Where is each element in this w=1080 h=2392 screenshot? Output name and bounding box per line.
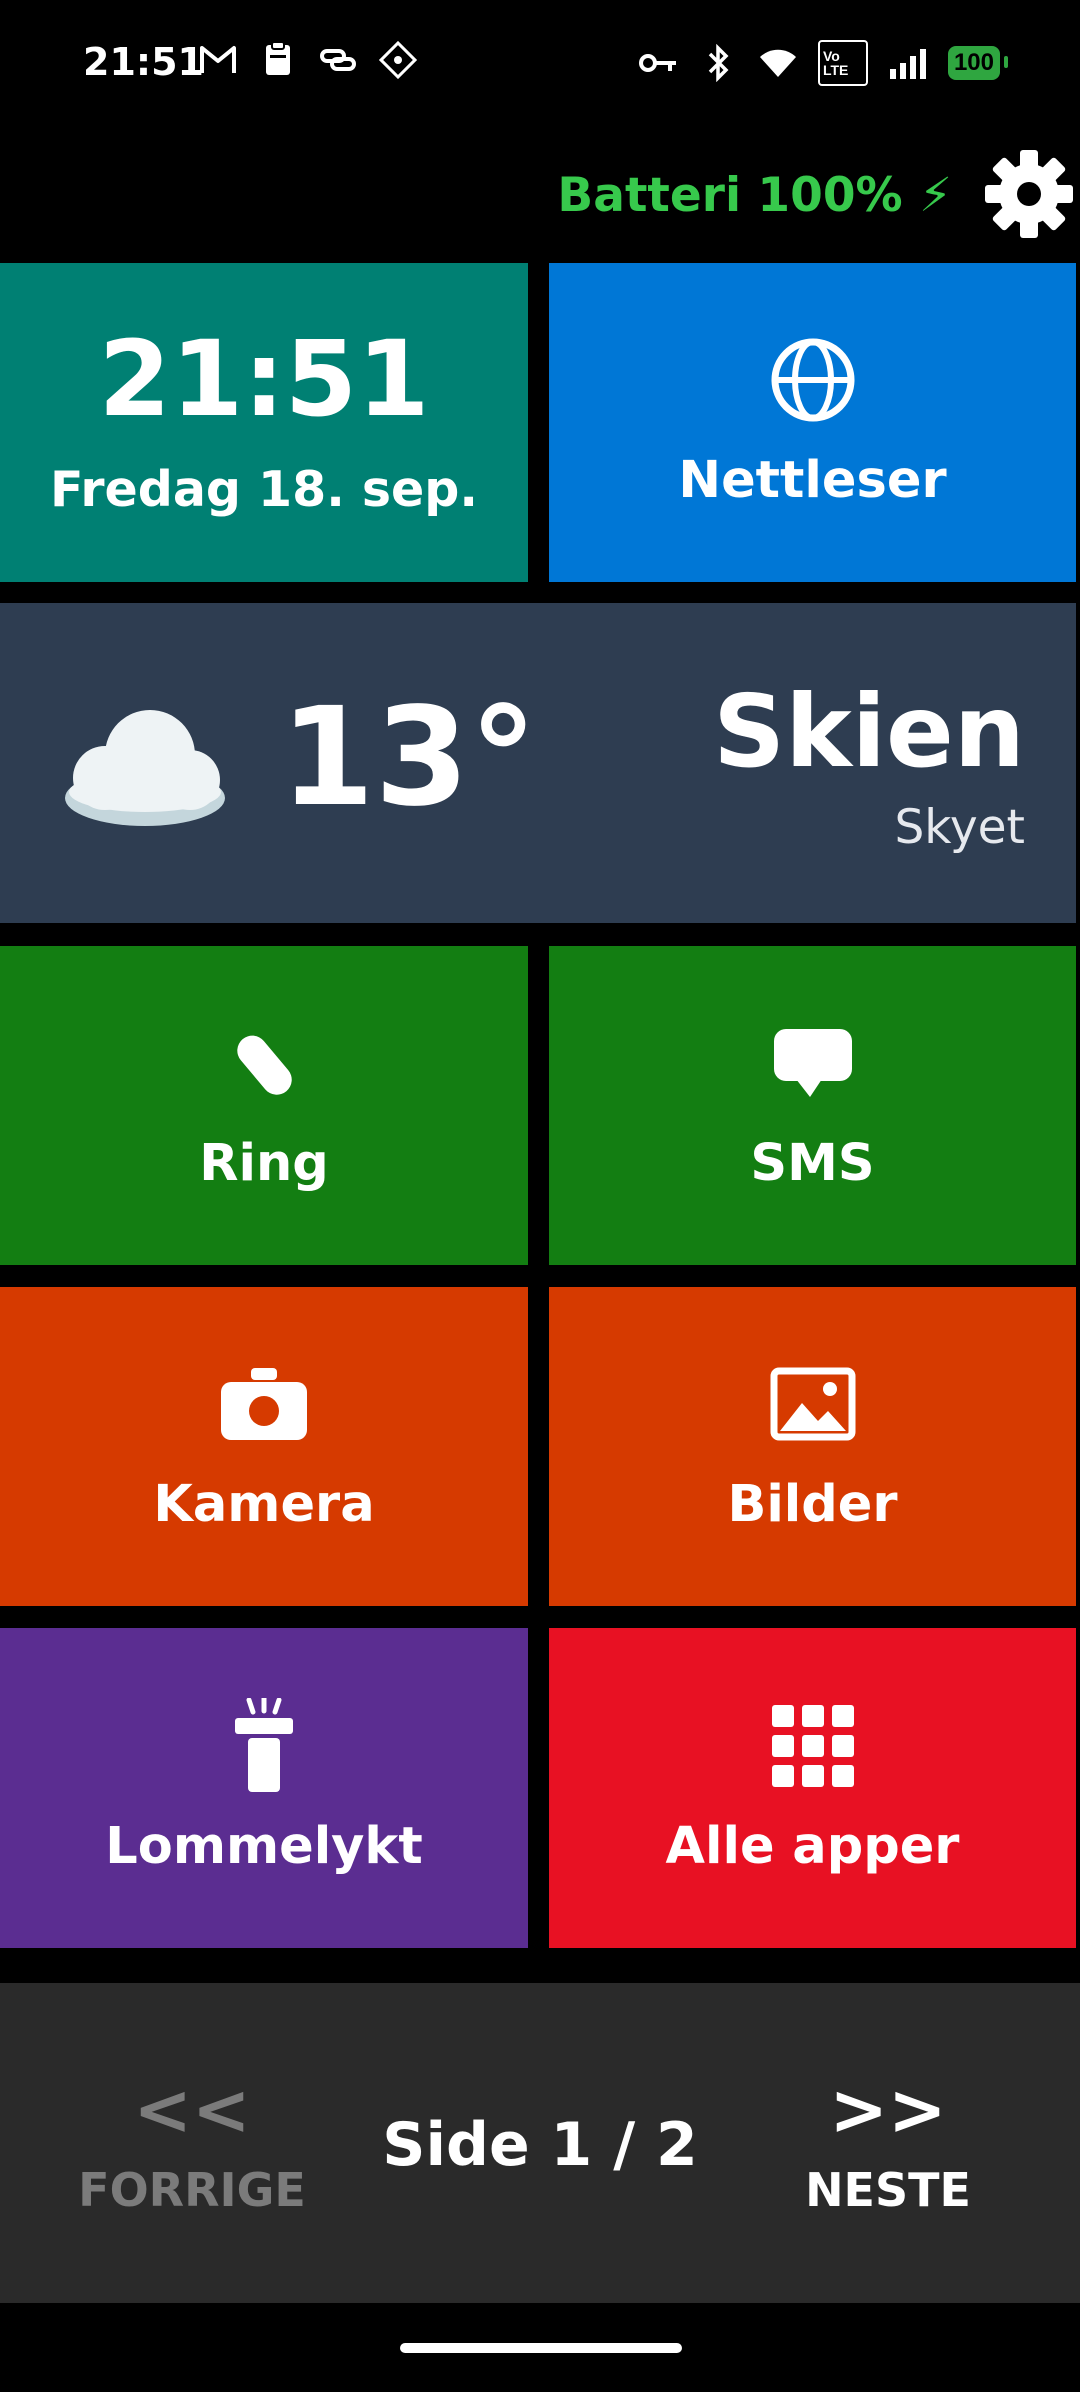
home-gesture-bar[interactable] — [400, 2343, 682, 2353]
vpn-key-icon — [638, 43, 678, 83]
camera-label: Kamera — [153, 1475, 375, 1534]
gear-icon — [985, 150, 1073, 238]
system-icons: Vo LTE 100 — [638, 40, 1009, 86]
previous-arrow: << — [133, 2069, 251, 2151]
link-icon — [318, 40, 358, 80]
globe-icon — [768, 335, 858, 425]
clipboard-icon — [258, 40, 298, 80]
page-indicator: Side 1 / 2 — [382, 2110, 698, 2180]
status-bar: 21:51 Vo LTE 100 — [0, 0, 1080, 125]
wifi-icon — [758, 43, 798, 83]
cloud-icon — [60, 700, 230, 835]
bluetooth-icon — [698, 43, 738, 83]
battery-icon: 100 — [947, 46, 1009, 80]
sms-label: SMS — [750, 1134, 875, 1193]
previous-page-button[interactable]: << FORRIGE — [62, 2075, 322, 2217]
notification-icons — [198, 40, 418, 80]
image-icon — [768, 1359, 858, 1449]
clock-tile[interactable]: 21:51 Fredag 18. sep. — [0, 263, 528, 582]
grid-app-icon — [378, 40, 418, 80]
flashlight-tile[interactable]: Lommelykt — [0, 1628, 528, 1948]
photos-label: Bilder — [727, 1475, 898, 1534]
phone-icon — [219, 1018, 309, 1108]
weather-city: Skien — [713, 673, 1025, 790]
sms-tile[interactable]: SMS — [549, 946, 1076, 1265]
next-arrow: >> — [829, 2069, 947, 2151]
chat-bubble-icon — [768, 1018, 858, 1108]
signal-icon — [888, 43, 928, 83]
battery-status-text: Batteri 100% ⚡ — [557, 168, 952, 223]
camera-tile[interactable]: Kamera — [0, 1287, 528, 1606]
photos-tile[interactable]: Bilder — [549, 1287, 1076, 1606]
flashlight-label: Lommelykt — [105, 1816, 423, 1876]
volte-icon: Vo LTE — [817, 40, 868, 86]
call-label: Ring — [199, 1134, 329, 1193]
all-apps-label: Alle apper — [665, 1816, 960, 1876]
weather-condition: Skyet — [894, 800, 1025, 855]
next-page-button[interactable]: >> NESTE — [758, 2075, 1018, 2217]
camera-icon — [219, 1359, 309, 1449]
settings-button[interactable] — [983, 148, 1075, 240]
next-label: NESTE — [805, 2163, 971, 2217]
call-tile[interactable]: Ring — [0, 946, 528, 1265]
browser-tile[interactable]: Nettleser — [549, 263, 1076, 582]
clock-time: 21:51 — [98, 318, 430, 440]
gmail-icon — [198, 40, 238, 80]
status-time: 21:51 — [83, 40, 204, 84]
apps-grid-icon — [768, 1701, 858, 1791]
previous-label: FORRIGE — [78, 2163, 306, 2217]
clock-date: Fredag 18. sep. — [50, 461, 478, 518]
weather-temperature: 13° — [280, 679, 538, 837]
flashlight-icon — [219, 1697, 309, 1792]
browser-label: Nettleser — [678, 451, 947, 510]
all-apps-tile[interactable]: Alle apper — [549, 1628, 1076, 1948]
